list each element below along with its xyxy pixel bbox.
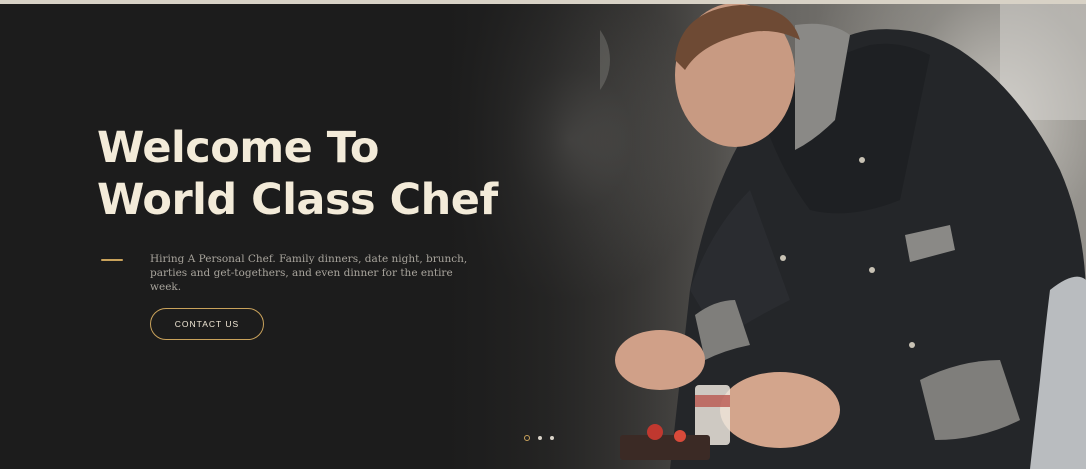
hero-description: Hiring A Personal Chef. Family dinners, …: [150, 253, 468, 293]
slider-dot-icon[interactable]: [538, 436, 542, 440]
top-border: [0, 0, 1086, 4]
hero-title: Welcome To World Class Chef: [97, 122, 557, 226]
slider-dot-icon[interactable]: [550, 436, 554, 440]
slider-dot-icon[interactable]: [524, 435, 530, 441]
chef-photo: [600, 0, 1086, 469]
accent-dash-icon: [101, 259, 123, 261]
hero-title-line-1: Welcome To: [97, 123, 379, 173]
slider-pagination: [524, 435, 554, 441]
hero-section: Welcome To World Class Chef Hiring A Per…: [0, 0, 1086, 469]
hero-content: Welcome To World Class Chef Hiring A Per…: [0, 0, 600, 469]
hero-title-line-2: World Class Chef: [97, 175, 498, 225]
contact-us-button[interactable]: CONTACT US: [150, 308, 264, 340]
